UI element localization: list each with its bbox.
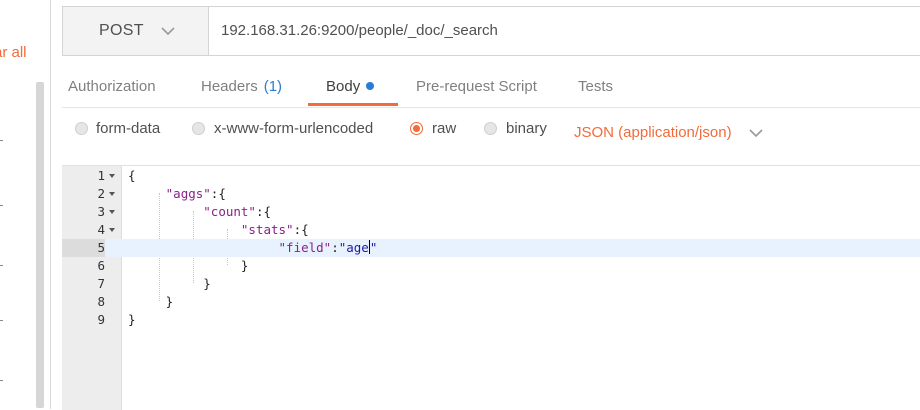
line-number: 5: [62, 239, 105, 257]
radio-label: raw: [432, 120, 457, 137]
sidebar-scrollbar[interactable]: [36, 82, 44, 408]
method-dropdown[interactable]: POST: [63, 7, 209, 55]
line-number: 2: [97, 186, 105, 201]
tab-body[interactable]: Body: [326, 68, 375, 106]
tab-label: Headers: [201, 78, 258, 95]
body-type-selector: form-data x-www-form-urlencoded raw bina…: [62, 116, 920, 148]
code-text: }: [240, 258, 249, 273]
radio-label: form-data: [96, 120, 161, 137]
line-number: 6: [97, 258, 105, 273]
code-text: }: [203, 276, 211, 291]
headers-count-badge: (1): [263, 78, 283, 95]
line-number: 9: [97, 312, 105, 327]
sidebar-marker: [0, 380, 3, 381]
line-number: 1: [97, 168, 105, 183]
line-number: 7: [97, 276, 105, 291]
chevron-down-icon[interactable]: [748, 128, 764, 138]
code-line: 9 }: [62, 311, 920, 329]
code-text: {: [128, 168, 136, 183]
code-editor[interactable]: 1 { 2 "aggs":{ 3 "count":{ 4 "stats":{ 5…: [62, 165, 920, 410]
radio-x-www-form-urlencoded[interactable]: [192, 122, 205, 135]
line-number: 4: [97, 222, 105, 237]
active-tab-indicator: [308, 103, 398, 106]
radio-binary[interactable]: [484, 122, 497, 135]
code-line: 6 }: [62, 257, 920, 275]
code-text: }: [128, 312, 136, 327]
code-text: "field":"age": [278, 240, 378, 255]
tab-label: Body: [326, 78, 361, 95]
tab-tests[interactable]: Tests: [578, 68, 613, 106]
code-line-active: 5 "field":"age": [62, 239, 920, 257]
tab-pre-request-script[interactable]: Pre-request Script: [416, 68, 537, 106]
code-line: 8 }: [62, 293, 920, 311]
url-input[interactable]: 192.168.31.26:9200/people/_doc/_search: [221, 7, 920, 55]
code-text: "count":{: [203, 204, 272, 219]
tab-label: Authorization: [68, 78, 156, 95]
request-tabs: Authorization Headers (1) Body Pre-reques…: [62, 68, 920, 108]
content-type-dropdown[interactable]: JSON (application/json): [574, 124, 732, 141]
fold-arrow-icon[interactable]: [109, 174, 115, 178]
code-line: 2 "aggs":{: [62, 185, 920, 203]
code-text: "stats":{: [240, 222, 309, 237]
fold-arrow-icon[interactable]: [109, 192, 115, 196]
fold-arrow-icon[interactable]: [109, 210, 115, 214]
radio-raw[interactable]: [410, 122, 423, 135]
sidebar-marker: [0, 205, 3, 206]
code-line: 7 }: [62, 275, 920, 293]
code-line: 4 "stats":{: [62, 221, 920, 239]
modified-dot-icon: [366, 82, 375, 90]
code-line: 1 {: [62, 167, 920, 185]
clear-all-link[interactable]: ar all: [0, 44, 27, 61]
sidebar-marker: [0, 140, 3, 141]
code-text: }: [165, 294, 174, 309]
line-number: 3: [97, 204, 105, 219]
tab-headers[interactable]: Headers (1): [201, 68, 282, 106]
code-line: 3 "count":{: [62, 203, 920, 221]
radio-label: binary: [506, 120, 547, 137]
request-bar: POST 192.168.31.26:9200/people/_doc/_sea…: [62, 6, 920, 56]
line-number: 8: [97, 294, 105, 309]
chevron-down-icon: [161, 27, 175, 36]
radio-label: x-www-form-urlencoded: [214, 120, 374, 137]
tab-label: Tests: [578, 78, 614, 95]
sidebar: ar all: [0, 0, 51, 409]
fold-arrow-icon[interactable]: [109, 228, 115, 232]
tab-authorization[interactable]: Authorization: [68, 68, 156, 106]
sidebar-marker: [0, 320, 3, 321]
tab-label: Pre-request Script: [416, 78, 537, 95]
sidebar-marker: [0, 265, 3, 266]
method-label: POST: [99, 22, 144, 39]
radio-form-data[interactable]: [75, 122, 88, 135]
divider: [62, 107, 920, 108]
code-text: "aggs":{: [165, 186, 226, 201]
